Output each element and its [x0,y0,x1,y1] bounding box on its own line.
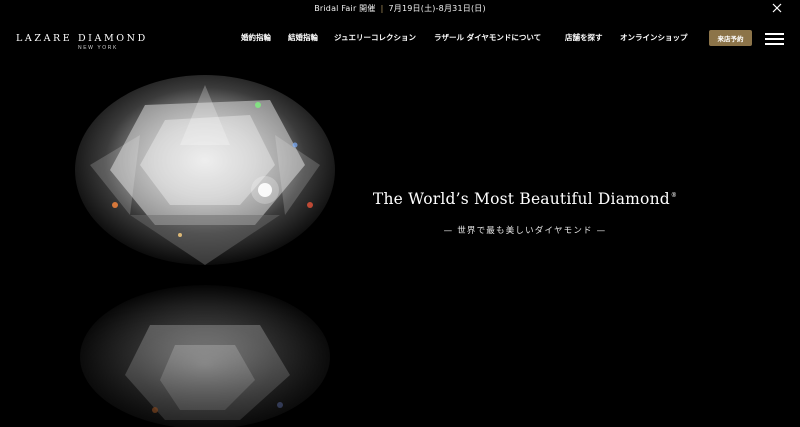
hero-title: The World’s Most Beautiful Diamond® [365,190,685,208]
announcement-dates[interactable]: 7月19日(土)-8月31日(日) [388,3,485,14]
site-header: LAZARE DIAMOND NEW YORK 婚約指輪 結婚指輪 ジュエリーコ… [0,17,800,62]
main-nav: 婚約指輪 結婚指輪 ジュエリーコレクション ラザール ダイヤモンドについて 店舗… [241,32,690,43]
registered-mark: ® [670,192,678,199]
logo[interactable]: LAZARE DIAMOND NEW YORK [16,33,146,51]
menu-line [765,43,784,45]
announcement-event[interactable]: Bridal Fair 開催 [314,3,375,14]
announcement-bar[interactable]: Bridal Fair 開催 | 7月19日(土)-8月31日(日) [0,0,800,17]
nav-find-store[interactable]: 店舗を探す [565,32,620,43]
menu-line [765,33,784,35]
announcement-separator: | [380,4,384,13]
hero-title-text: The World’s Most Beautiful Diamond [372,190,670,208]
menu-line [765,38,784,40]
logo-main-text: LAZARE DIAMOND [16,33,148,44]
nav-engagement-rings[interactable]: 婚約指輪 [241,32,288,43]
page: Bridal Fair 開催 | 7月19日(土)-8月31日(日) LAZAR… [0,0,800,427]
nav-about-lazare[interactable]: ラザール ダイヤモンドについて [434,32,565,43]
logo-sub-text: NEW YORK [78,45,118,51]
diamond-reflection [70,285,350,427]
hero-diamond-image [70,75,350,427]
close-icon[interactable] [771,2,783,14]
diamond-main [75,75,335,265]
nav-wedding-rings[interactable]: 結婚指輪 [288,32,334,43]
nav-online-shop[interactable]: オンラインショップ [620,32,690,43]
nav-jewelry-collection[interactable]: ジュエリーコレクション [334,32,434,43]
reserve-visit-button[interactable]: 来店予約 [709,30,752,46]
hamburger-menu-icon[interactable] [765,33,784,45]
hero-text: The World’s Most Beautiful Diamond® — 世界… [365,190,685,236]
hero-subtitle: — 世界で最も美しいダイヤモンド — [443,226,607,236]
